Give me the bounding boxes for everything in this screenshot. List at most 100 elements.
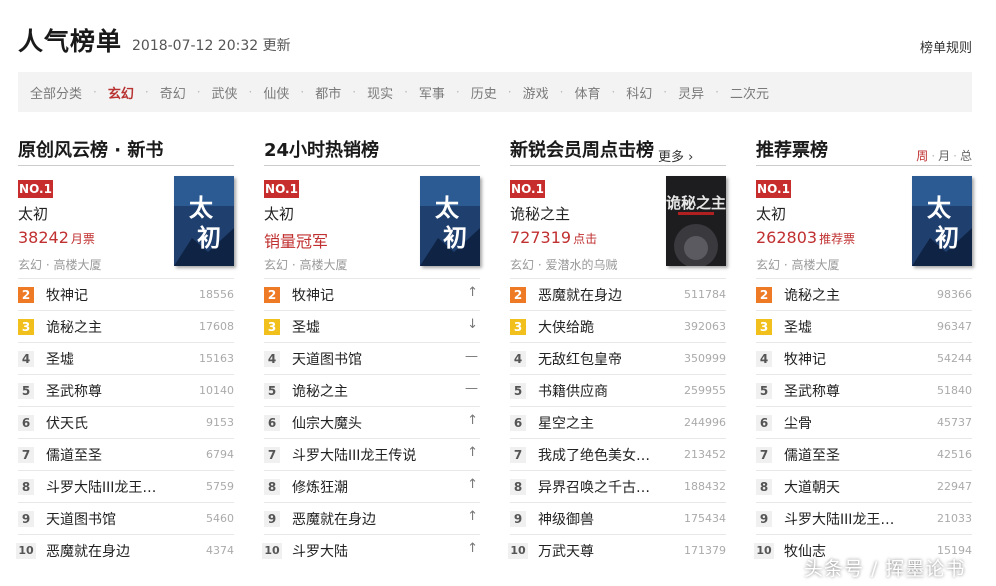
book-title[interactable]: 尘骨: [784, 413, 812, 433]
list-item[interactable]: 10 万武天尊 171379: [508, 534, 726, 566]
list-item[interactable]: 9 斗罗大陆III龙王… 21033: [756, 502, 972, 534]
category-item[interactable]: 灵异: [678, 83, 704, 102]
book-title[interactable]: 圣武称尊: [46, 381, 102, 401]
book-title[interactable]: 天道图书馆: [292, 349, 362, 369]
category-item[interactable]: 都市: [315, 83, 341, 102]
column-title[interactable]: 推荐票榜: [756, 136, 828, 162]
list-item[interactable]: 5 诡秘之主 —: [264, 374, 480, 406]
list-item[interactable]: 7 儒道至圣 42516: [756, 438, 972, 470]
list-item[interactable]: 2 恶魔就在身边 511784: [510, 278, 726, 310]
top-book-title[interactable]: 太初: [264, 203, 294, 224]
book-title[interactable]: 星空之主: [538, 413, 594, 433]
book-title[interactable]: 修炼狂潮: [292, 477, 348, 497]
list-item[interactable]: 4 天道图书馆 —: [264, 342, 480, 374]
category-item[interactable]: 玄幻: [108, 83, 134, 102]
category-item[interactable]: 奇幻: [160, 83, 186, 102]
list-item[interactable]: 4 无敌红包皇帝 350999: [510, 342, 726, 374]
book-title[interactable]: 牧神记: [292, 285, 334, 305]
book-title[interactable]: 异界召唤之千古…: [538, 477, 650, 497]
list-item[interactable]: 3 大侠给跪 392063: [510, 310, 726, 342]
book-title[interactable]: 天道图书馆: [46, 509, 116, 529]
list-item[interactable]: 8 异界召唤之千古… 188432: [510, 470, 726, 502]
rules-link[interactable]: 榜单规则: [920, 37, 972, 56]
category-item[interactable]: 二次元: [730, 83, 769, 102]
category-item[interactable]: 军事: [419, 83, 445, 102]
book-title[interactable]: 儒道至圣: [784, 445, 840, 465]
list-item[interactable]: 2 诡秘之主 98366: [756, 278, 972, 310]
list-item[interactable]: 9 天道图书馆 5460: [18, 502, 234, 534]
book-title[interactable]: 诡秘之主: [292, 381, 348, 401]
list-item[interactable]: 10 恶魔就在身边 4374: [16, 534, 234, 566]
book-title[interactable]: 万武天尊: [538, 541, 594, 561]
column-title[interactable]: 原创风云榜 · 新书: [18, 136, 163, 162]
category-item[interactable]: 全部分类: [30, 83, 82, 102]
list-item[interactable]: 7 儒道至圣 6794: [18, 438, 234, 470]
book-cover-image[interactable]: 太初: [174, 176, 234, 266]
book-title[interactable]: 诡秘之主: [46, 317, 102, 337]
period-tab[interactable]: 周: [916, 149, 928, 163]
list-item[interactable]: 5 圣武称尊 10140: [18, 374, 234, 406]
book-title[interactable]: 仙宗大魔头: [292, 413, 362, 433]
top-book[interactable]: NO.1 太初 销量冠军 玄幻 · 高楼大厦太初: [264, 176, 480, 278]
book-title[interactable]: 我成了绝色美女…: [538, 445, 650, 465]
top-book[interactable]: NO.1 太初 262803 推荐票 玄幻 · 高楼大厦 太初: [756, 176, 972, 278]
list-item[interactable]: 5 书籍供应商 259955: [510, 374, 726, 406]
book-title[interactable]: 恶魔就在身边: [46, 541, 130, 561]
list-item[interactable]: 4 圣墟 15163: [18, 342, 234, 374]
list-item[interactable]: 5 圣武称尊 51840: [756, 374, 972, 406]
list-item[interactable]: 10 斗罗大陆 ↑: [262, 534, 480, 566]
list-item[interactable]: 3 诡秘之主 17608: [18, 310, 234, 342]
list-item[interactable]: 8 大道朝天 22947: [756, 470, 972, 502]
category-item[interactable]: 科幻: [626, 83, 652, 102]
list-item[interactable]: 4 牧神记 54244: [756, 342, 972, 374]
list-item[interactable]: 7 我成了绝色美女… 213452: [510, 438, 726, 470]
list-item[interactable]: 7 斗罗大陆III龙王传说 ↑: [264, 438, 480, 470]
list-item[interactable]: 6 伏天氏 9153: [18, 406, 234, 438]
book-cover-image[interactable]: 太初: [912, 176, 972, 266]
book-title[interactable]: 大道朝天: [784, 477, 840, 497]
book-title[interactable]: 圣武称尊: [784, 381, 840, 401]
list-item[interactable]: 3 圣墟 ↓: [264, 310, 480, 342]
book-title[interactable]: 恶魔就在身边: [538, 285, 622, 305]
book-title[interactable]: 恶魔就在身边: [292, 509, 376, 529]
category-item[interactable]: 武侠: [212, 83, 238, 102]
period-tab[interactable]: 总: [960, 149, 972, 163]
category-item[interactable]: 仙侠: [263, 83, 289, 102]
more-link[interactable]: 更多 ›: [658, 146, 693, 165]
column-title[interactable]: 新锐会员周点击榜: [510, 136, 654, 162]
list-item[interactable]: 8 修炼狂潮 ↑: [264, 470, 480, 502]
book-title[interactable]: 书籍供应商: [538, 381, 608, 401]
book-title[interactable]: 无敌红包皇帝: [538, 349, 622, 369]
category-item[interactable]: 现实: [367, 83, 393, 102]
category-item[interactable]: 体育: [574, 83, 600, 102]
book-title[interactable]: 圣墟: [292, 317, 320, 337]
book-title[interactable]: 斗罗大陆: [292, 541, 348, 561]
book-title[interactable]: 神级御兽: [538, 509, 594, 529]
column-title[interactable]: 24小时热销榜: [264, 136, 379, 162]
book-title[interactable]: 诡秘之主: [784, 285, 840, 305]
book-title[interactable]: 儒道至圣: [46, 445, 102, 465]
category-item[interactable]: 历史: [471, 83, 497, 102]
list-item[interactable]: 9 神级御兽 175434: [510, 502, 726, 534]
book-title[interactable]: 斗罗大陆III龙王…: [784, 509, 894, 529]
book-title[interactable]: 斗罗大陆III龙王…: [46, 477, 156, 497]
list-item[interactable]: 6 仙宗大魔头 ↑: [264, 406, 480, 438]
top-book-title[interactable]: 太初: [756, 203, 786, 224]
list-item[interactable]: 2 牧神记 ↑: [264, 278, 480, 310]
book-title[interactable]: 圣墟: [46, 349, 74, 369]
book-title[interactable]: 圣墟: [784, 317, 812, 337]
list-item[interactable]: 6 尘骨 45737: [756, 406, 972, 438]
list-item[interactable]: 8 斗罗大陆III龙王… 5759: [18, 470, 234, 502]
book-title[interactable]: 牧神记: [784, 349, 826, 369]
book-title[interactable]: 大侠给跪: [538, 317, 594, 337]
list-item[interactable]: 9 恶魔就在身边 ↑: [264, 502, 480, 534]
list-item[interactable]: 6 星空之主 244996: [510, 406, 726, 438]
period-tab[interactable]: 月: [938, 149, 950, 163]
top-book-title[interactable]: 诡秘之主: [510, 203, 570, 224]
list-item[interactable]: 2 牧神记 18556: [18, 278, 234, 310]
book-title[interactable]: 伏天氏: [46, 413, 88, 433]
top-book-title[interactable]: 太初: [18, 203, 48, 224]
book-title[interactable]: 牧神记: [46, 285, 88, 305]
top-book[interactable]: NO.1 太初 38242 月票 玄幻 · 高楼大厦 太初: [18, 176, 234, 278]
book-cover-image[interactable]: 太初: [420, 176, 480, 266]
